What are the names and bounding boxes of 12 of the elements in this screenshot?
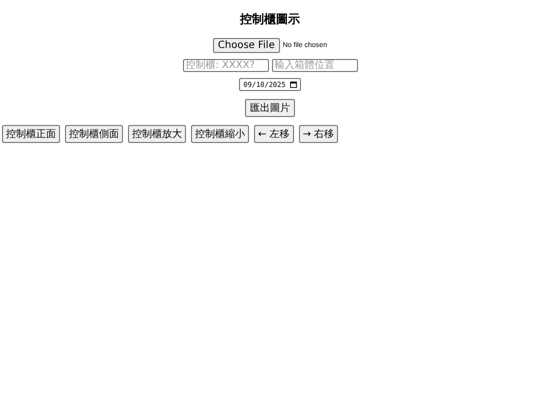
toolbar-button[interactable]: ← 左移 (254, 125, 294, 143)
text-field[interactable]: 輸入箱體位置 (272, 59, 358, 72)
calendar-icon[interactable] (290, 81, 297, 88)
export-image-button[interactable]: 匯出圖片 (245, 99, 295, 117)
page-title: 控制櫃圖示 (240, 11, 300, 28)
toolbar-button[interactable]: 控制櫃正面 (2, 125, 60, 143)
toolbar-button[interactable]: 控制櫃縮小 (191, 125, 249, 143)
toolbar-button[interactable]: 控制櫃側面 (65, 125, 123, 143)
text-field[interactable]: 控制櫃: XXXX? (182, 59, 268, 72)
toolbar-button[interactable]: 控制櫃放大 (128, 125, 186, 143)
toolbar-button[interactable]: → 右移 (298, 125, 338, 143)
choose-file-button[interactable]: Choose File (212, 38, 280, 53)
